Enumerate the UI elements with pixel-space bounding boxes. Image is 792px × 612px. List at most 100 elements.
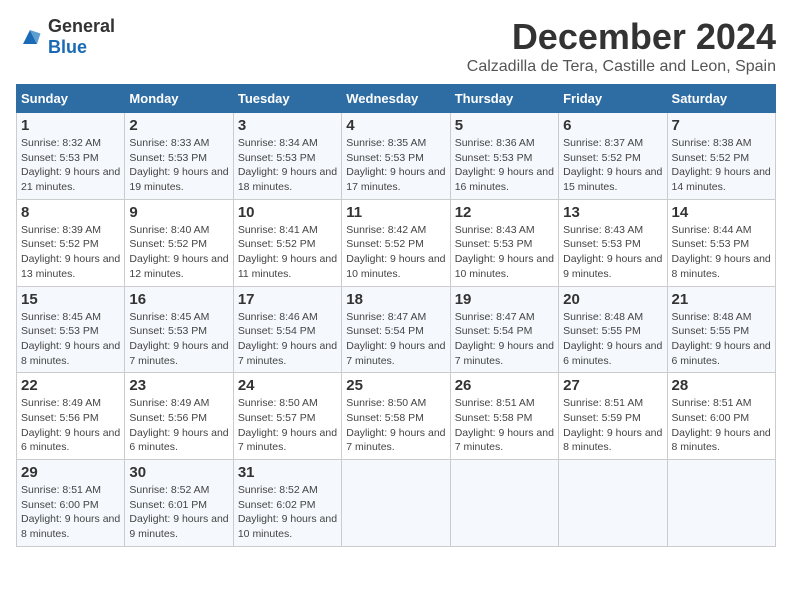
day-info: Sunrise: 8:48 AMSunset: 5:55 PMDaylight:… (672, 311, 771, 367)
day-info: Sunrise: 8:37 AMSunset: 5:52 PMDaylight:… (563, 137, 662, 193)
day-number: 13 (563, 204, 662, 221)
header-saturday: Saturday (667, 85, 775, 113)
header-wednesday: Wednesday (342, 85, 450, 113)
table-row: 20Sunrise: 8:48 AMSunset: 5:55 PMDayligh… (559, 286, 667, 373)
day-number: 29 (21, 464, 120, 481)
table-row (667, 460, 775, 547)
day-info: Sunrise: 8:49 AMSunset: 5:56 PMDaylight:… (21, 397, 120, 453)
table-row: 18 Sunrise: 8:47 AMSunset: 5:54 PMDayligh… (342, 286, 450, 373)
day-number: 17 (238, 291, 337, 308)
table-row: 17 Sunrise: 8:46 AMSunset: 5:54 PMDayligh… (233, 286, 341, 373)
day-info: Sunrise: 8:45 AMSunset: 5:53 PMDaylight:… (21, 311, 120, 367)
logo-icon (16, 23, 44, 51)
day-info: Sunrise: 8:51 AMSunset: 6:00 PMDaylight:… (21, 484, 120, 540)
day-info: Sunrise: 8:51 AMSunset: 5:59 PMDaylight:… (563, 397, 662, 453)
day-number: 22 (21, 377, 120, 394)
day-number: 12 (455, 204, 554, 221)
day-info: Sunrise: 8:34 AMSunset: 5:53 PMDaylight:… (238, 137, 337, 193)
logo-text: General Blue (48, 16, 115, 58)
day-info: Sunrise: 8:49 AMSunset: 5:56 PMDaylight:… (129, 397, 228, 453)
day-info: Sunrise: 8:44 AMSunset: 5:53 PMDaylight:… (672, 224, 771, 280)
table-row: 28 Sunrise: 8:51 AMSunset: 6:00 PMDayligh… (667, 373, 775, 460)
day-info: Sunrise: 8:36 AMSunset: 5:53 PMDaylight:… (455, 137, 554, 193)
day-number: 15 (21, 291, 120, 308)
table-row: 10 Sunrise: 8:41 AMSunset: 5:52 PMDayligh… (233, 199, 341, 286)
day-info: Sunrise: 8:51 AMSunset: 5:58 PMDaylight:… (455, 397, 554, 453)
header-friday: Friday (559, 85, 667, 113)
table-row: 14 Sunrise: 8:44 AMSunset: 5:53 PMDayligh… (667, 199, 775, 286)
day-number: 8 (21, 204, 120, 221)
day-number: 25 (346, 377, 445, 394)
calendar-table: Sunday Monday Tuesday Wednesday Thursday… (16, 84, 776, 547)
day-number: 6 (563, 117, 662, 134)
day-number: 11 (346, 204, 445, 221)
calendar-week-3: 15 Sunrise: 8:45 AMSunset: 5:53 PMDayligh… (17, 286, 776, 373)
header-thursday: Thursday (450, 85, 558, 113)
table-row: 7Sunrise: 8:38 AMSunset: 5:52 PMDaylight… (667, 113, 775, 200)
table-row (342, 460, 450, 547)
table-row: 26 Sunrise: 8:51 AMSunset: 5:58 PMDayligh… (450, 373, 558, 460)
location-subtitle: Calzadilla de Tera, Castille and Leon, S… (467, 58, 776, 76)
header: General Blue December 2024 Calzadilla de… (16, 16, 776, 76)
logo: General Blue (16, 16, 115, 58)
table-row: 4 Sunrise: 8:35 AMSunset: 5:53 PMDaylight… (342, 113, 450, 200)
day-number: 28 (672, 377, 771, 394)
day-number: 26 (455, 377, 554, 394)
day-number: 10 (238, 204, 337, 221)
day-info: Sunrise: 8:50 AMSunset: 5:57 PMDaylight:… (238, 397, 337, 453)
day-info: Sunrise: 8:47 AMSunset: 5:54 PMDaylight:… (346, 311, 445, 367)
day-info: Sunrise: 8:39 AMSunset: 5:52 PMDaylight:… (21, 224, 120, 280)
day-info: Sunrise: 8:48 AMSunset: 5:55 PMDaylight:… (563, 311, 662, 367)
day-info: Sunrise: 8:43 AMSunset: 5:53 PMDaylight:… (563, 224, 662, 280)
table-row: 23 Sunrise: 8:49 AMSunset: 5:56 PMDayligh… (125, 373, 233, 460)
day-number: 4 (346, 117, 445, 134)
table-row: 9Sunrise: 8:40 AMSunset: 5:52 PMDaylight… (125, 199, 233, 286)
day-number: 27 (563, 377, 662, 394)
day-info: Sunrise: 8:35 AMSunset: 5:53 PMDaylight:… (346, 137, 445, 193)
day-info: Sunrise: 8:52 AMSunset: 6:02 PMDaylight:… (238, 484, 337, 540)
day-number: 1 (21, 117, 120, 134)
day-number: 5 (455, 117, 554, 134)
table-row: 13 Sunrise: 8:43 AMSunset: 5:53 PMDayligh… (559, 199, 667, 286)
table-row: 19Sunrise: 8:47 AMSunset: 5:54 PMDayligh… (450, 286, 558, 373)
day-number: 31 (238, 464, 337, 481)
table-row: 21 Sunrise: 8:48 AMSunset: 5:55 PMDayligh… (667, 286, 775, 373)
logo-general: General (48, 16, 115, 36)
day-number: 3 (238, 117, 337, 134)
table-row: 3 Sunrise: 8:34 AMSunset: 5:53 PMDaylight… (233, 113, 341, 200)
table-row: 25Sunrise: 8:50 AMSunset: 5:58 PMDayligh… (342, 373, 450, 460)
table-row: 31 Sunrise: 8:52 AMSunset: 6:02 PMDayligh… (233, 460, 341, 547)
day-info: Sunrise: 8:52 AMSunset: 6:01 PMDaylight:… (129, 484, 228, 540)
table-row: 27 Sunrise: 8:51 AMSunset: 5:59 PMDayligh… (559, 373, 667, 460)
day-number: 30 (129, 464, 228, 481)
day-info: Sunrise: 8:45 AMSunset: 5:53 PMDaylight:… (129, 311, 228, 367)
month-title: December 2024 (467, 16, 776, 58)
table-row: 12 Sunrise: 8:43 AMSunset: 5:53 PMDayligh… (450, 199, 558, 286)
header-tuesday: Tuesday (233, 85, 341, 113)
day-number: 7 (672, 117, 771, 134)
table-row: 22 Sunrise: 8:49 AMSunset: 5:56 PMDayligh… (17, 373, 125, 460)
day-info: Sunrise: 8:47 AMSunset: 5:54 PMDaylight:… (455, 311, 554, 367)
header-sunday: Sunday (17, 85, 125, 113)
day-number: 24 (238, 377, 337, 394)
table-row: 8 Sunrise: 8:39 AMSunset: 5:52 PMDaylight… (17, 199, 125, 286)
day-number: 18 (346, 291, 445, 308)
day-number: 2 (129, 117, 228, 134)
table-row: 15 Sunrise: 8:45 AMSunset: 5:53 PMDayligh… (17, 286, 125, 373)
logo-blue: Blue (48, 37, 87, 57)
day-number: 23 (129, 377, 228, 394)
day-info: Sunrise: 8:51 AMSunset: 6:00 PMDaylight:… (672, 397, 771, 453)
day-number: 14 (672, 204, 771, 221)
title-area: December 2024 Calzadilla de Tera, Castil… (467, 16, 776, 76)
day-number: 16 (129, 291, 228, 308)
day-info: Sunrise: 8:41 AMSunset: 5:52 PMDaylight:… (238, 224, 337, 280)
table-row: 29 Sunrise: 8:51 AMSunset: 6:00 PMDayligh… (17, 460, 125, 547)
day-info: Sunrise: 8:46 AMSunset: 5:54 PMDaylight:… (238, 311, 337, 367)
header-monday: Monday (125, 85, 233, 113)
day-info: Sunrise: 8:32 AMSunset: 5:53 PMDaylight:… (21, 137, 120, 193)
day-info: Sunrise: 8:43 AMSunset: 5:53 PMDaylight:… (455, 224, 554, 280)
table-row: 1 Sunrise: 8:32 AMSunset: 5:53 PMDaylight… (17, 113, 125, 200)
table-row (559, 460, 667, 547)
day-number: 21 (672, 291, 771, 308)
table-row: 5 Sunrise: 8:36 AMSunset: 5:53 PMDaylight… (450, 113, 558, 200)
